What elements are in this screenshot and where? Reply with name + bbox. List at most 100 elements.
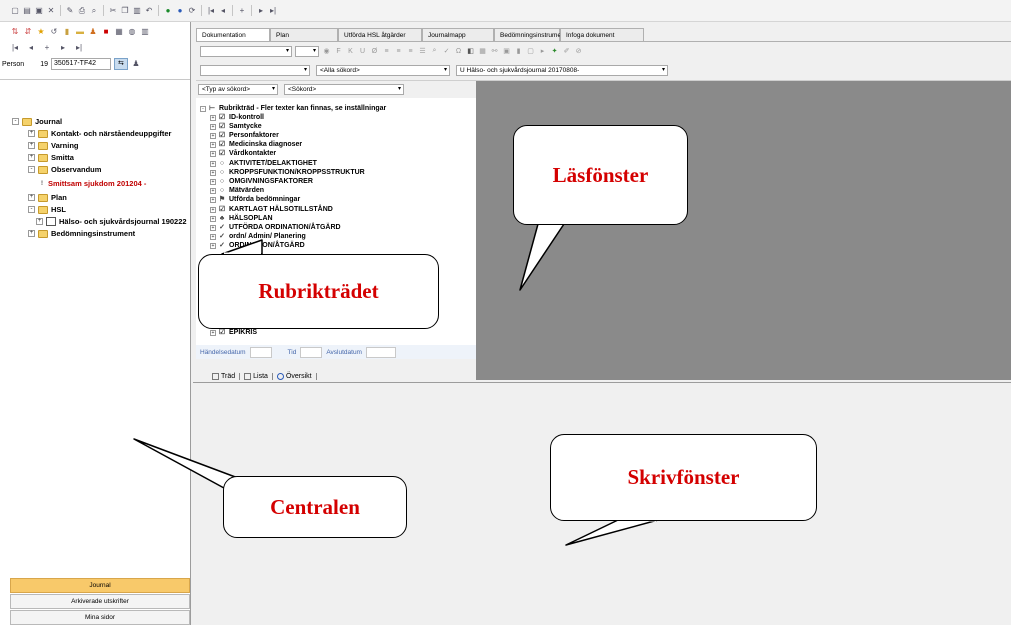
collapse-icon[interactable]: - (28, 166, 35, 173)
expand-icon[interactable]: + (210, 123, 216, 130)
align-left-icon[interactable]: ≡ (382, 47, 391, 56)
rubrik-item[interactable]: + ⚑ Utförda bedömningar (210, 195, 300, 204)
tab-plan[interactable]: Plan (270, 28, 338, 42)
rubrik-item[interactable]: + ✓ ORDINATION/ÅTGÄRD (210, 241, 305, 250)
end-date-field[interactable] (365, 346, 396, 358)
collapse-icon[interactable]: - (200, 105, 206, 112)
keyword-select[interactable]: <Sökord> ▾ (284, 84, 404, 95)
tab-utforda-hsl[interactable]: Utförda HSL åtgärder (338, 28, 422, 42)
first-record-icon[interactable]: |◂ (10, 43, 20, 53)
next-page-icon[interactable]: ▸ (256, 6, 266, 16)
tree-item[interactable]: + Bedömningsinstrument (28, 228, 135, 239)
expand-icon[interactable]: + (210, 141, 216, 148)
all-keywords-select[interactable]: <Alla sökord> ▾ (316, 65, 450, 76)
globe-icon[interactable]: ◍ (127, 27, 137, 37)
sort-icon[interactable]: ⇅ (10, 27, 20, 37)
tree-item[interactable]: + Plan (28, 192, 67, 203)
rubrik-item[interactable]: + ○ KROPPSFUNKTION/KROPPSSTRUKTUR (210, 168, 365, 177)
lock-icon[interactable]: ▮ (514, 47, 523, 56)
expand-icon[interactable]: + (210, 160, 216, 167)
rubrik-item[interactable]: - ⊢ Rubrikträd - Fler texter kan finnas, s… (200, 104, 386, 113)
rubrik-item[interactable]: + ○ Mätvärden (210, 186, 264, 195)
help-icon[interactable]: ● (175, 6, 185, 16)
expand-icon[interactable]: + (210, 132, 216, 139)
user-icon[interactable]: ♟ (131, 59, 141, 69)
copy-icon[interactable]: ❐ (120, 6, 130, 16)
tab-overview[interactable]: Översikt (273, 372, 317, 380)
expand-icon[interactable]: + (210, 224, 216, 231)
expand-icon[interactable]: + (210, 233, 216, 240)
history-icon[interactable]: ↺ (49, 27, 59, 37)
align-right-icon[interactable]: ≡ (406, 47, 415, 56)
cut-icon[interactable]: ✂ (108, 6, 118, 16)
expand-icon[interactable]: + (36, 218, 43, 225)
rubrik-item[interactable]: + ♣ HÄLSOPLAN (210, 214, 273, 223)
rubrik-item[interactable]: + ☑ KARTLAGT HÄLSOTILLSTÅND (210, 205, 333, 214)
time-field[interactable] (300, 346, 323, 358)
align-center-icon[interactable]: ≡ (394, 47, 403, 56)
rubrik-item[interactable]: + ☑ Samtycke (210, 122, 262, 131)
collapse-icon[interactable]: - (12, 118, 19, 125)
find-icon[interactable]: ⌕ (89, 6, 99, 16)
rubrik-item[interactable]: + ☑ EPIKRIS (210, 328, 257, 337)
search-icon[interactable]: ⌕ (430, 47, 439, 56)
bold-icon[interactable]: F (334, 47, 343, 56)
rubrik-item[interactable]: + ☑ Medicinska diagnoser (210, 140, 302, 149)
expand-icon[interactable]: + (210, 114, 216, 121)
color-icon[interactable]: ◉ (322, 47, 331, 56)
size-select[interactable]: ▾ (295, 45, 319, 57)
new-icon[interactable]: ▢ (10, 6, 20, 16)
tab-bedomningsinstrument[interactable]: Bedömningsinstrument (494, 28, 566, 42)
expand-icon[interactable]: + (28, 154, 35, 161)
expand-icon[interactable]: + (210, 242, 216, 249)
strike-icon[interactable]: Ø (370, 47, 379, 56)
expand-icon[interactable]: + (210, 178, 216, 185)
folder-icon[interactable]: ▬ (75, 27, 85, 37)
tree-item[interactable]: + Kontakt- och närståendeuppgifter (28, 128, 171, 139)
rubrik-item[interactable]: + ✓ UTFÖRDA ORDINATION/ÅTGÄRD (210, 223, 341, 232)
chart-icon[interactable]: ▥ (140, 27, 150, 37)
save-text-icon[interactable]: ▢ (526, 47, 535, 56)
sign-icon[interactable]: ✐ (562, 47, 571, 56)
expand-icon[interactable]: + (28, 130, 35, 137)
symbol-icon[interactable]: Ω (454, 47, 463, 56)
tree-item[interactable]: + Varning (28, 140, 79, 151)
rubrik-item[interactable]: + ☑ Vårdkontakter (210, 149, 276, 158)
expand-icon[interactable]: + (210, 169, 216, 176)
stop-icon[interactable]: ■ (101, 27, 111, 37)
italic-icon[interactable]: K (346, 47, 355, 56)
tree-item[interactable]: + Hälso- och sjukvårdsjournal 190222 (36, 216, 187, 227)
spell-icon[interactable]: ✓ (442, 47, 451, 56)
tab-journal[interactable]: Journal (10, 578, 190, 593)
expand-icon[interactable]: + (210, 150, 216, 157)
tab-dokumentation[interactable]: Dokumentation (196, 28, 270, 42)
open-icon[interactable]: ▤ (22, 6, 32, 16)
expand-icon[interactable]: + (28, 230, 35, 237)
tree-item[interactable]: ! Smittsam sjukdom 201204 - (36, 178, 146, 189)
last-record-icon[interactable]: ▸| (74, 43, 84, 53)
expand-icon[interactable]: + (28, 142, 35, 149)
star-icon[interactable]: ★ (36, 27, 46, 37)
expand-icon[interactable]: + (210, 215, 216, 222)
underline-icon[interactable]: U (358, 47, 367, 56)
image-icon[interactable]: ▣ (502, 47, 511, 56)
save-icon[interactable]: ▣ (34, 6, 44, 16)
last-page-icon[interactable]: ▸| (268, 6, 278, 16)
stamp-icon[interactable]: ✦ (550, 47, 559, 56)
play-icon[interactable]: ▸ (538, 47, 547, 56)
link-icon[interactable]: ⚯ (490, 47, 499, 56)
edit-icon[interactable]: ✎ (65, 6, 75, 16)
tree-item[interactable]: - Observandum (28, 164, 101, 175)
type-keyword-select[interactable]: <Typ av sökord> ▾ (198, 84, 278, 95)
expand-icon[interactable]: + (210, 329, 216, 336)
expand-icon[interactable]: + (210, 196, 216, 203)
next-record-icon[interactable]: ▸ (58, 43, 68, 53)
add-icon[interactable]: + (237, 6, 247, 16)
rubrik-item[interactable]: + ✓ ordn/ Admin/ Planering (210, 232, 306, 241)
expand-icon[interactable]: + (210, 187, 216, 194)
person-search-button[interactable]: ⇆ (113, 58, 128, 70)
tab-journalmapp[interactable]: Journalmapp (422, 28, 494, 42)
paste-icon[interactable]: ▥ (132, 6, 142, 16)
refresh-icon[interactable]: ⟳ (187, 6, 197, 16)
info-icon[interactable]: ● (163, 6, 173, 16)
